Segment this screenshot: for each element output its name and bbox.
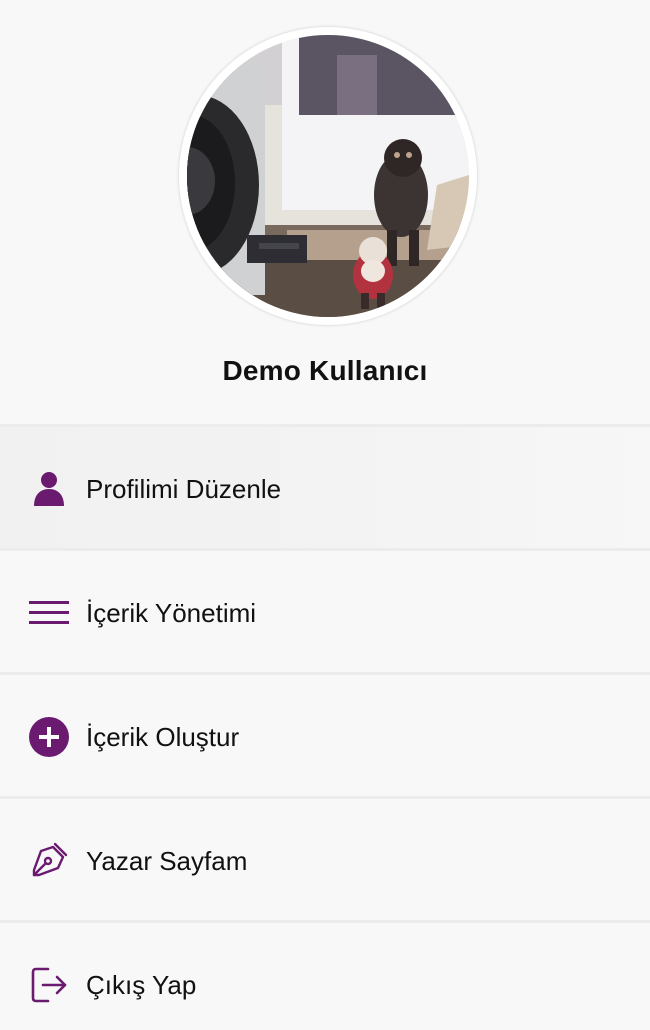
menu-item-label: Çıkış Yap bbox=[86, 970, 197, 1000]
plus-circle-icon bbox=[28, 716, 70, 758]
menu-item-content-management[interactable]: İçerik Yönetimi bbox=[0, 548, 650, 672]
hamburger-menu-icon bbox=[28, 592, 70, 634]
avatar-photo bbox=[187, 35, 469, 317]
menu-item-label: Yazar Sayfam bbox=[86, 846, 248, 876]
profile-header: Demo Kullanıcı bbox=[0, 0, 650, 424]
logout-icon bbox=[28, 964, 70, 1006]
menu-item-edit-profile[interactable]: Profilimi Düzenle bbox=[0, 424, 650, 548]
pen-nib-icon bbox=[28, 840, 70, 882]
menu-item-label: İçerik Oluştur bbox=[86, 722, 240, 752]
user-name: Demo Kullanıcı bbox=[222, 355, 428, 386]
menu-item-logout[interactable]: Çıkış Yap bbox=[0, 920, 650, 1030]
menu-item-label: İçerik Yönetimi bbox=[86, 598, 257, 628]
drawer-menu: Profilimi Düzenle İçerik Yönetimi İçerik… bbox=[0, 424, 650, 1030]
menu-item-label: Profilimi Düzenle bbox=[86, 474, 282, 504]
menu-item-create-content[interactable]: İçerik Oluştur bbox=[0, 672, 650, 796]
navigation-drawer: Demo Kullanıcı Profilimi Düzenle İçerik … bbox=[0, 0, 650, 1030]
menu-item-author-page[interactable]: Yazar Sayfam bbox=[0, 796, 650, 920]
avatar[interactable] bbox=[179, 27, 477, 325]
person-icon bbox=[28, 468, 70, 510]
